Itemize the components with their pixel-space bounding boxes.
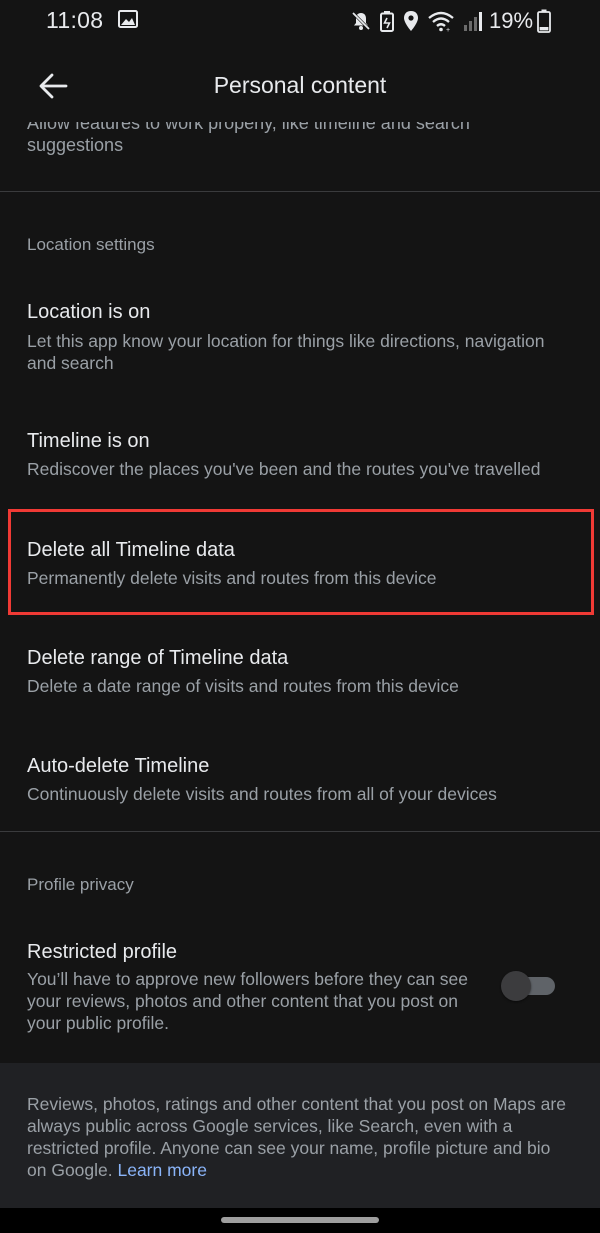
setting-item-delete-all-timeline[interactable]: Delete all Timeline data Permanently del… [0,515,600,615]
divider [0,191,600,192]
setting-item-partial[interactable]: Allow features to work properly, like ti… [27,122,567,168]
setting-item-auto-delete-timeline[interactable]: Auto-delete Timeline Continuously delete… [0,730,600,830]
app-bar: Personal content [0,50,600,122]
status-icons: + 19% [350,8,558,34]
battery-icon [537,9,551,33]
setting-description: Rediscover the places you've been and th… [27,459,541,479]
setting-title: Restricted profile [27,941,178,963]
wifi-icon: + [428,11,454,32]
battery-percent: 19% [489,8,534,33]
setting-title: Timeline is on [27,430,150,452]
setting-item-restricted-profile[interactable]: Restricted profile You’ll have to approv… [0,930,600,1050]
setting-description: Let this app know your location for thin… [27,331,545,373]
divider [0,831,600,832]
setting-item-location[interactable]: Location is on Let this app know your lo… [0,285,600,395]
info-body: Reviews, photos, ratings and other conte… [27,1094,566,1180]
location-icon [404,11,418,31]
setting-description: Permanently delete visits and routes fro… [27,568,437,588]
mute-icon [351,11,371,31]
setting-title: Auto-delete Timeline [27,755,210,777]
setting-item-delete-range-timeline[interactable]: Delete range of Timeline data Delete a d… [0,622,600,722]
info-text: Reviews, photos, ratings and other conte… [27,1093,572,1181]
setting-description: Allow features to work properly, like ti… [27,122,470,133]
setting-description: suggestions [27,135,124,155]
info-panel: Reviews, photos, ratings and other conte… [0,1063,600,1208]
restricted-profile-toggle[interactable] [501,971,555,1001]
battery-saver-icon [380,11,394,32]
toggle-thumb [501,971,531,1001]
home-indicator[interactable] [221,1217,379,1223]
image-icon [118,10,138,33]
learn-more-link[interactable]: Learn more [117,1160,207,1180]
setting-description: Delete a date range of visits and routes… [27,676,459,696]
section-header-location: Location settings [27,235,155,254]
signal-icon [464,12,482,31]
status-time: 11:08 [46,7,104,33]
status-bar: 11:08 + 19% [0,0,600,44]
setting-description: Continuously delete visits and routes fr… [27,784,497,804]
navigation-bar [0,1208,600,1233]
setting-item-timeline[interactable]: Timeline is on Rediscover the places you… [0,412,600,502]
setting-title: Delete all Timeline data [27,539,235,561]
svg-text:+: + [446,27,450,32]
setting-title: Location is on [27,301,151,323]
setting-title: Delete range of Timeline data [27,647,289,669]
section-header-profile-privacy: Profile privacy [27,875,134,894]
setting-description: You’ll have to approve new followers bef… [27,969,469,1033]
page-title: Personal content [213,72,387,98]
